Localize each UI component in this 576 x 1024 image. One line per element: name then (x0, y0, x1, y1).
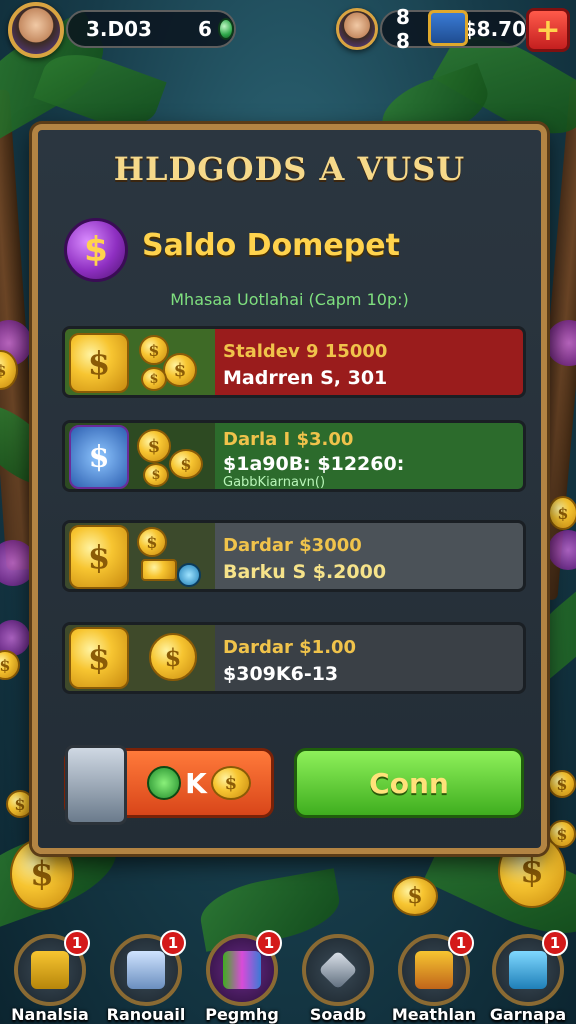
friend-avatar[interactable] (336, 8, 378, 50)
panel-title: HLDGODS A VUSU (113, 150, 466, 188)
confirm-label: Conn (369, 766, 449, 800)
nav-label: Ranouail (106, 1005, 186, 1024)
nav-item-garnapa[interactable]: 1 Garnapa (482, 930, 574, 1024)
gem-icon (177, 563, 201, 587)
offer-panel: HLDGODS A VUSU $ Saldo Domepet Mhasaa Uo… (32, 124, 547, 854)
coin-icon: $ (548, 496, 576, 530)
plus-icon: + (535, 12, 561, 48)
offer-title: Darla I $3.00 (223, 429, 354, 450)
nav-label: Nanalsia (11, 1005, 89, 1024)
offer-title: Staldev 9 15000 (223, 341, 388, 362)
coin-icon: $ (392, 876, 438, 916)
gold-bar-icon (141, 559, 177, 581)
coin-icon: $ (143, 463, 169, 487)
coin-icon: $ (548, 770, 576, 798)
gift-icon (223, 951, 261, 989)
coin-icon: $ (137, 429, 171, 463)
nav-label: Garnapa (489, 1005, 567, 1024)
gem-icon (217, 18, 234, 40)
box-icon (127, 951, 165, 989)
offer-price: $309K6-13 (223, 663, 339, 685)
gem-count: 6 (197, 17, 212, 41)
coin-icon: $ (210, 766, 251, 800)
coin-icon: $ (149, 633, 197, 681)
special-offer-label: K (185, 766, 207, 800)
notification-badge: 1 (64, 930, 90, 956)
panel-subtitle: Saldo Domepet (142, 228, 400, 263)
coin-icon: $ (141, 367, 167, 391)
offer-title: Dardar $1.00 (223, 637, 357, 658)
offer-title: Dardar $3000 (223, 535, 362, 556)
currency-display: 3.D03 6 (66, 10, 236, 48)
offer-note: GabbKiarnavn() (223, 475, 326, 490)
building-icon (31, 951, 69, 989)
coin-icon: $ (169, 449, 203, 479)
offer-row[interactable]: $ $ $ $ Staldev 9 15000 Madrren S, 301 (62, 326, 526, 398)
nav-label: Pegmhg (205, 1005, 279, 1024)
gold-coin-stack-icon: $ (69, 525, 129, 589)
offer-price: Madrren S, 301 (223, 367, 388, 389)
nav-label: Meathlan (391, 1005, 477, 1024)
notification-badge: 1 (542, 930, 568, 956)
offer-row[interactable]: $ $ $ $ Darla I $3.00 $1a90B: $12260: Ga… (62, 420, 526, 492)
resource-value: $8.70 (462, 17, 526, 41)
nav-label: Soadb (309, 1005, 367, 1024)
sword-icon (318, 950, 358, 990)
chest-icon (415, 951, 453, 989)
nav-item-pegmhg[interactable]: 1 Pegmhg (196, 930, 288, 1024)
confirm-button[interactable]: Conn (294, 748, 524, 818)
notification-badge: 1 (256, 930, 282, 956)
bottom-nav: 1 Nanalsia 1 Ranouail 1 Pegmhg Soadb 1 M… (0, 930, 576, 1024)
notification-badge: 1 (448, 930, 474, 956)
offer-row[interactable]: $ $ Dardar $1.00 $309K6-13 (62, 622, 526, 694)
purple-coin-icon: $ (64, 218, 128, 282)
coin-icon: $ (163, 353, 197, 387)
add-currency-button[interactable]: + (526, 8, 570, 52)
player-avatar[interactable] (8, 2, 64, 58)
gold-coin-stack-icon: $ (69, 333, 129, 393)
offer-price: Barku S $.2000 (223, 561, 387, 583)
offer-price: $1a90B: $12260: (223, 453, 405, 475)
special-offer-button[interactable]: K $ (64, 745, 274, 825)
nav-item-nanalsia[interactable]: 1 Nanalsia (4, 930, 96, 1024)
top-bar: 3.D03 6 8 8 $8.70 + (0, 0, 576, 60)
currency-value: 3.D03 (86, 17, 152, 41)
coin-icon: $ (137, 527, 167, 557)
info-text: Mhasaa Uotlahai (Capm 10p:) (170, 290, 409, 309)
nav-item-ranouail[interactable]: 1 Ranouail (100, 930, 192, 1024)
notification-badge: 1 (160, 930, 186, 956)
card-icon (65, 745, 127, 825)
resource-count: 8 8 (396, 5, 410, 53)
nav-item-soadb[interactable]: Soadb (292, 930, 384, 1024)
chat-bubble-icon: $ (69, 425, 129, 489)
coin-icon: $ (6, 790, 34, 818)
nav-item-meathlan[interactable]: 1 Meathlan (388, 930, 480, 1024)
chest-icon[interactable] (428, 10, 468, 46)
gem-icon (147, 766, 182, 800)
offer-row[interactable]: $ $ Dardar $3000 Barku S $.2000 (62, 520, 526, 592)
tablet-icon (509, 951, 547, 989)
gold-coin-stack-icon: $ (69, 627, 129, 689)
